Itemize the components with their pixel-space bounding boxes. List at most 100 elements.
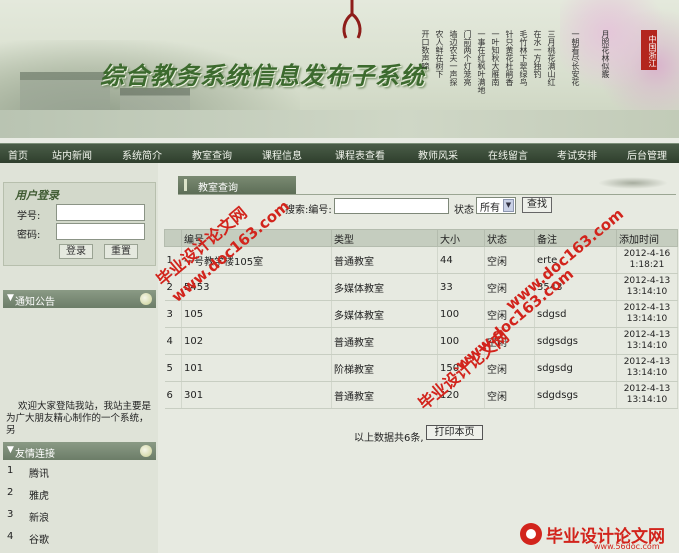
poem-column: 毛竹林下翠绿鸟	[519, 30, 528, 86]
search-input[interactable]	[334, 198, 449, 214]
link-number: 4	[7, 531, 14, 542]
link-item[interactable]: 2 雅虎	[3, 485, 156, 503]
link-name[interactable]: 新浪	[29, 509, 49, 524]
cell-type: 普通教室	[331, 327, 438, 355]
links-heading: 友情连接	[15, 449, 55, 460]
cell-index: 5	[164, 354, 182, 382]
triangle-down-icon: ▼	[7, 293, 14, 303]
chevron-down-icon[interactable]: ▼	[503, 199, 514, 212]
section-tab: 教室查询	[178, 176, 296, 194]
nav-item-timetable[interactable]: 课程表查看	[335, 147, 385, 162]
poem-block: 开口数声啼 农人鲜在树下 墙边农夫一声探 门前两个灯笼亮 一事在红枫叶满地 一叶…	[420, 30, 635, 130]
cell-code: 102	[181, 327, 332, 355]
login-button[interactable]: 登录	[59, 244, 93, 259]
username-input[interactable]	[56, 204, 145, 221]
col-header-size: 大小	[437, 229, 485, 247]
login-panel: 用户登录 学号: 密码: 登录 重置	[3, 182, 156, 266]
cell-type: 多媒体教室	[331, 273, 438, 301]
nav-item-courses[interactable]: 课程信息	[262, 147, 302, 162]
site-title: 综合教务系统信息发布子系统	[100, 61, 425, 90]
cell-note: sdgsd	[534, 300, 617, 328]
cell-time-text: 13:14:10	[626, 287, 668, 297]
poem-column: 月照花林似霰	[601, 30, 610, 78]
table-row[interactable]: 2 5453 多媒体教室 33 空闲 3543 2012-4-13 13:14:1…	[164, 273, 678, 301]
cell-note: sdgsdgs	[534, 327, 617, 355]
password-label: 密码:	[17, 230, 41, 241]
col-header-type: 类型	[331, 229, 438, 247]
cell-code: 301	[181, 381, 332, 409]
ribbon-icon	[342, 0, 362, 39]
poem-column: 在水一方独钓	[533, 30, 542, 78]
login-heading: 用户登录	[15, 189, 59, 202]
cell-time: 2012-4-13 13:14:10	[616, 381, 678, 409]
decor-smudge	[598, 177, 668, 189]
cell-note: sdgdsgs	[534, 381, 617, 409]
table-row[interactable]: 4 102 普通教室 100 空闲 sdgsdgs 2012-4-13 13:14…	[164, 327, 678, 355]
password-input[interactable]	[56, 223, 145, 240]
link-number: 2	[7, 487, 14, 498]
house-art	[20, 72, 110, 112]
poem-column: 一叶知秋大雁南	[491, 30, 500, 86]
record-summary: 以上数据共6条,	[354, 433, 424, 444]
link-name[interactable]: 腾讯	[29, 465, 49, 480]
section-title: 教室查询	[198, 183, 238, 194]
left-sidebar: 用户登录 学号: 密码: 登录 重置 ▼ 通知公告 欢迎大家登陆我站，我站主要是…	[0, 163, 158, 553]
cell-date-text: 2012-4-13	[623, 357, 671, 367]
nav-item-messages[interactable]: 在线留言	[488, 147, 528, 162]
decor-dot-icon	[140, 445, 152, 457]
nav-item-news[interactable]: 站内新闻	[52, 147, 92, 162]
cell-type: 普通教室	[331, 246, 438, 274]
status-label: 状态	[454, 205, 474, 216]
reset-button[interactable]: 重置	[104, 244, 138, 259]
nav-item-exams[interactable]: 考试安排	[557, 147, 597, 162]
divider	[178, 194, 676, 195]
cell-note: sdgsdg	[534, 354, 617, 382]
poem-column: 开口数声啼	[421, 30, 430, 70]
nav-item-teachers[interactable]: 教师风采	[418, 147, 458, 162]
cell-size: 44	[437, 246, 485, 274]
cell-time-text: 13:14:10	[626, 341, 668, 351]
triangle-down-icon: ▼	[7, 445, 14, 455]
links-header: ▼ 友情连接	[3, 442, 156, 460]
cell-time-text: 13:14:10	[626, 368, 668, 378]
cell-time: 2012-4-13 13:14:10	[616, 273, 678, 301]
link-number: 1	[7, 465, 14, 476]
nav-item-intro[interactable]: 系统简介	[122, 147, 162, 162]
table-row[interactable]: 5 101 阶梯教室 150 空闲 sdgsdg 2012-4-13 13:14:…	[164, 354, 678, 382]
header-banner: 综合教务系统信息发布子系统 开口数声啼 农人鲜在树下 墙边农夫一声探 门前两个灯…	[0, 0, 679, 138]
notice-header: ▼ 通知公告	[3, 290, 156, 308]
cell-type: 多媒体教室	[331, 300, 438, 328]
cell-date-text: 2012-4-13	[623, 303, 671, 313]
cell-index: 4	[164, 327, 182, 355]
link-item[interactable]: 4 谷歌	[3, 529, 156, 547]
cell-date-text: 2012-4-13	[623, 384, 671, 394]
cell-code: 105	[181, 300, 332, 328]
poem-column: 针只黄花杜鹃香	[505, 30, 514, 86]
brand-watermark-url: www.56doc.com	[594, 542, 660, 551]
seal-stamp: 中国浙江	[641, 30, 657, 70]
status-select[interactable]: 所有 ▼	[476, 197, 516, 214]
cell-status: 空闲	[484, 246, 535, 274]
link-item[interactable]: 1 腾讯	[3, 463, 156, 481]
cell-size: 33	[437, 273, 485, 301]
cell-date-text: 2012-4-16	[623, 249, 671, 259]
nav-item-classroom[interactable]: 教室查询	[192, 147, 232, 162]
link-name[interactable]: 雅虎	[29, 487, 49, 502]
table-row[interactable]: 3 105 多媒体教室 100 空闲 sdgsd 2012-4-13 13:14:…	[164, 300, 678, 328]
print-button[interactable]: 打印本页	[426, 425, 483, 440]
cell-time: 2012-4-13 13:14:10	[616, 300, 678, 328]
decor-dot-icon	[140, 293, 152, 305]
cell-index: 6	[164, 381, 182, 409]
link-number: 3	[7, 509, 14, 520]
search-button[interactable]: 查找	[522, 197, 552, 213]
cell-type: 阶梯教室	[331, 354, 438, 382]
nav-item-home[interactable]: 首页	[8, 147, 28, 162]
link-name[interactable]: 谷歌	[29, 531, 49, 546]
cell-time: 2012-4-16 1:18:21	[616, 246, 678, 274]
link-item[interactable]: 3 新浪	[3, 507, 156, 525]
nav-item-admin[interactable]: 后台管理	[627, 147, 667, 162]
status-selected-value: 所有	[480, 203, 500, 214]
cell-date-text: 2012-4-13	[623, 330, 671, 340]
cell-code: 101	[181, 354, 332, 382]
poem-column: 农人鲜在树下	[435, 30, 444, 78]
